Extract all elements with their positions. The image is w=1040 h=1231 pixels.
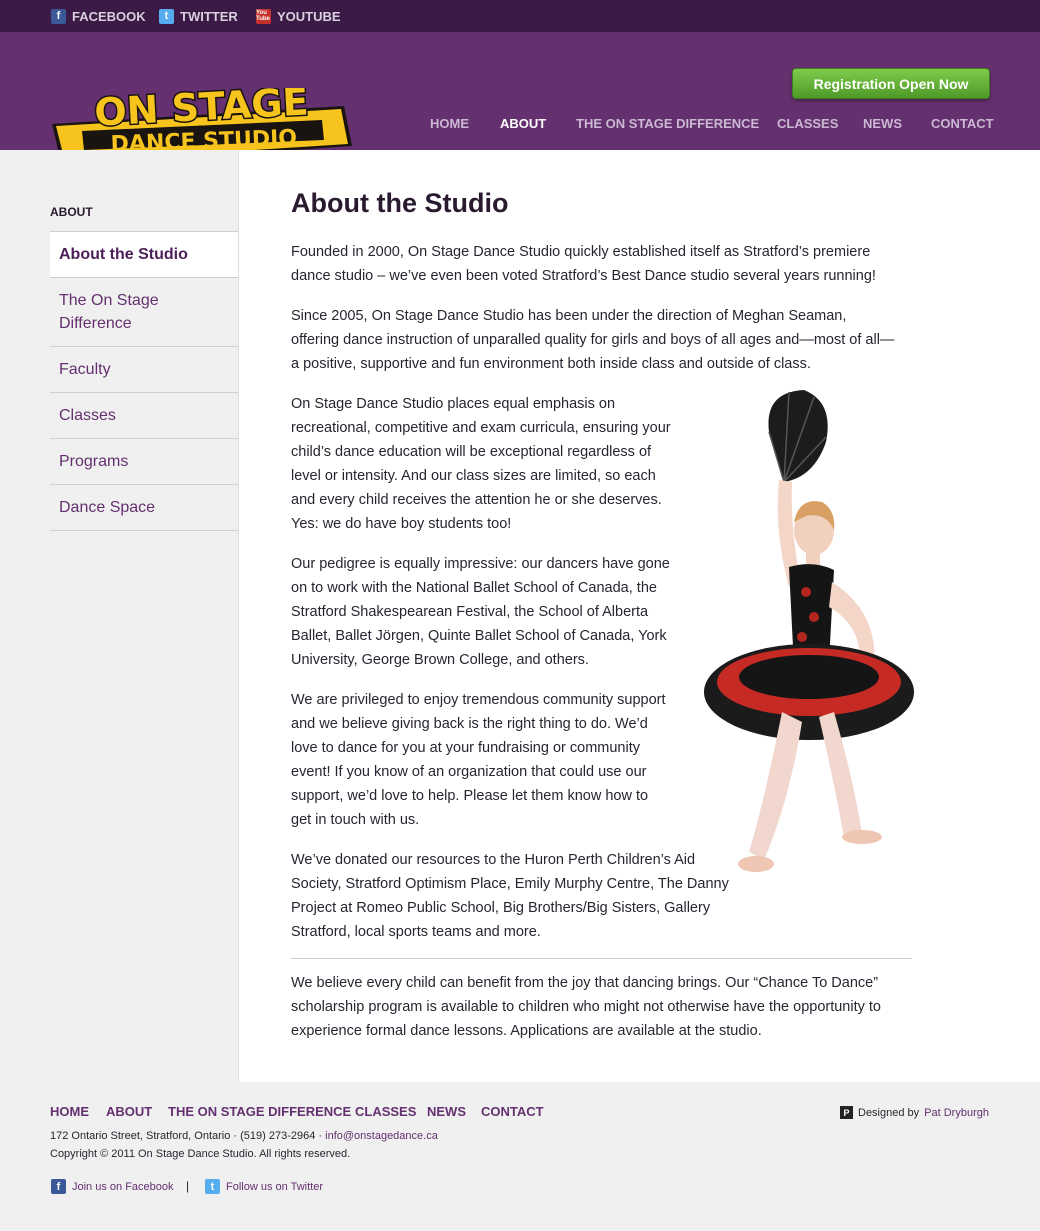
ballerina-image [704,390,914,872]
youtube-link[interactable]: You Tube YOUTUBE [256,0,341,32]
follow-twitter-label: Follow us on Twitter [226,1180,324,1193]
registration-button[interactable]: Registration Open Now [792,68,990,99]
paragraph-pedigree: Our pedigree is equally impressive: our … [291,556,670,668]
page-title: About the Studio [291,188,509,218]
site-footer: HOME ABOUT THE ON STAGE DIFFERENCE CLASS… [0,1082,1040,1231]
nav-on-stage-difference[interactable]: THE ON STAGE DIFFERENCE [576,116,759,131]
footer-nav-on-stage-difference[interactable]: THE ON STAGE DIFFERENCE [168,1104,351,1119]
sidebar-item-programs[interactable]: Programs [50,439,238,485]
nav-about[interactable]: ABOUT [500,116,546,131]
join-facebook-link[interactable]: f Join us on Facebook [51,1179,174,1194]
facebook-icon: f [51,1179,66,1194]
twitter-icon: t [205,1179,220,1194]
address-text: 172 Ontario Street, Stratford, Ontario ·… [50,1130,326,1142]
footer-nav-classes[interactable]: CLASSES [355,1104,416,1119]
designed-by-label: Designed by [858,1106,920,1119]
sidebar: ABOUT About the Studio The On Stage Diff… [0,150,239,1082]
footer-nav-about[interactable]: ABOUT [106,1104,152,1119]
nav-classes[interactable]: CLASSES [777,116,838,131]
social-bar: f FACEBOOK t TWITTER You Tube YOUTUBE [0,0,1040,32]
paragraph-community: We are privileged to enjoy tremendous co… [291,692,666,828]
main-content: About the Studio Founded in 2000, On Sta… [239,150,1040,1082]
sidebar-item-about-the-studio[interactable]: About the Studio [50,232,238,278]
paragraph-founded: Founded in 2000, On Stage Dance Studio q… [291,244,876,284]
youtube-icon: You Tube [256,8,271,24]
sidebar-heading: ABOUT [50,205,93,219]
twitter-icon: t [159,8,174,24]
facebook-link[interactable]: f FACEBOOK [51,0,146,32]
sidebar-menu: About the Studio The On Stage Difference… [50,231,238,531]
facebook-label: FACEBOOK [72,8,146,24]
content-divider [291,958,912,959]
join-facebook-label: Join us on Facebook [72,1180,174,1193]
paragraph-direction: Since 2005, On Stage Dance Studio has be… [291,308,895,372]
designer-logo-icon: P [840,1106,853,1119]
follow-twitter-link[interactable]: t Follow us on Twitter [205,1179,323,1194]
sidebar-item-classes[interactable]: Classes [50,393,238,439]
sidebar-item-dance-space[interactable]: Dance Space [50,485,238,531]
paragraph-donated: We’ve donated our resources to the Huron… [291,852,729,940]
facebook-icon: f [51,8,66,24]
footer-nav-news[interactable]: NEWS [427,1104,466,1119]
footer-address: 172 Ontario Street, Stratford, Ontario ·… [50,1130,438,1142]
nav-news[interactable]: NEWS [863,116,902,131]
copyright-text: Copyright © 2011 On Stage Dance Studio. … [50,1148,351,1160]
nav-home[interactable]: HOME [430,116,469,131]
footer-nav-contact[interactable]: CONTACT [481,1104,544,1119]
youtube-label: YOUTUBE [277,8,341,24]
designer-credit: P Designed by Pat Dryburgh [840,1106,989,1119]
paragraph-emphasis: On Stage Dance Studio places equal empha… [291,396,671,532]
sidebar-item-faculty[interactable]: Faculty [50,347,238,393]
footer-separator: | [186,1179,190,1193]
nav-contact[interactable]: CONTACT [931,116,994,131]
sidebar-item-on-stage-difference[interactable]: The On Stage Difference [50,278,238,347]
twitter-label: TWITTER [180,8,238,24]
email-link[interactable]: info@onstagedance.ca [325,1130,438,1142]
twitter-link[interactable]: t TWITTER [159,0,238,32]
paragraph-chance-to-dance: We believe every child can benefit from … [291,975,881,1039]
sidebar-item-label: The On Stage Difference [59,292,159,332]
designer-link[interactable]: Pat Dryburgh [924,1107,989,1119]
footer-nav-home[interactable]: HOME [50,1104,89,1119]
